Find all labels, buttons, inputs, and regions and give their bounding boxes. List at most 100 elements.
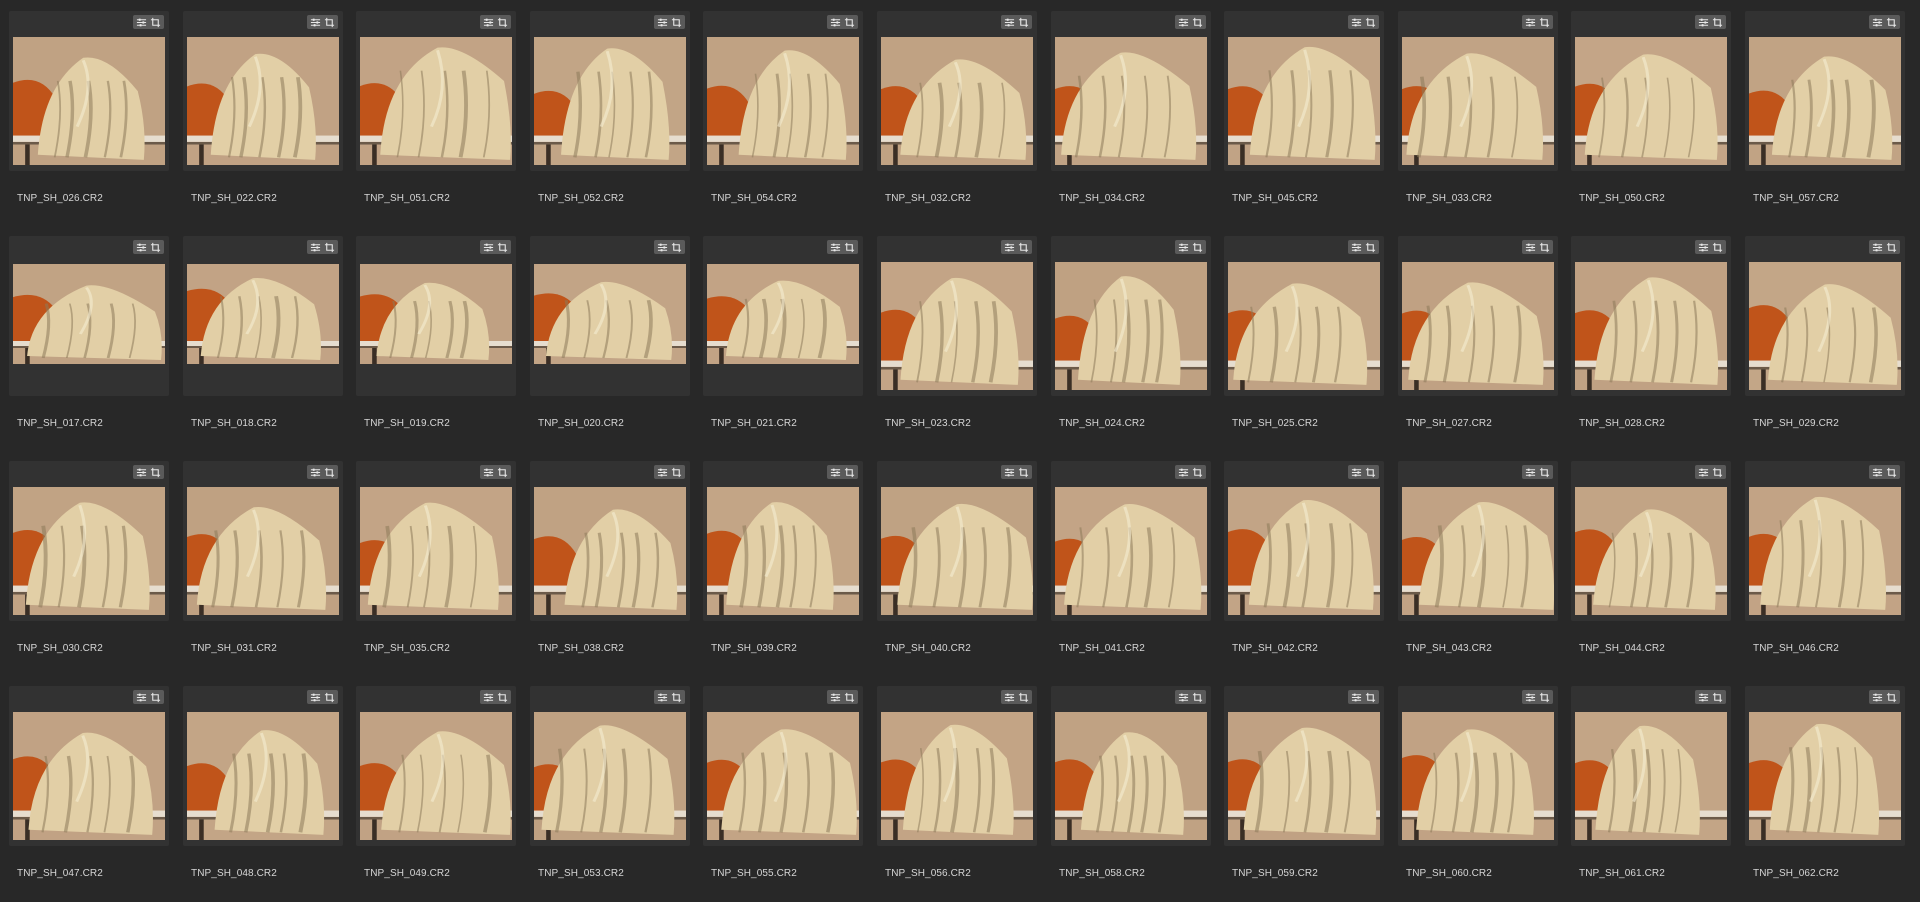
thumbnail-image[interactable] (1055, 487, 1207, 615)
thumbnail-card[interactable] (1051, 686, 1211, 846)
thumbnail-cell[interactable]: TNP_SH_023.CR2 (877, 236, 1037, 429)
thumbnail-cell[interactable]: TNP_SH_059.CR2 (1224, 686, 1384, 879)
thumbnail-card[interactable] (1224, 686, 1384, 846)
thumbnail-image[interactable] (1749, 262, 1901, 390)
thumbnail-cell[interactable]: TNP_SH_054.CR2 (703, 11, 863, 204)
thumbnail-card[interactable] (1398, 11, 1558, 171)
thumbnail-image[interactable] (1228, 487, 1380, 615)
thumbnail-card[interactable] (1224, 461, 1384, 621)
thumbnail-card[interactable] (530, 11, 690, 171)
thumbnail-card[interactable] (183, 686, 343, 846)
thumbnail-image[interactable] (1228, 262, 1380, 390)
thumbnail-image[interactable] (881, 37, 1033, 165)
thumbnail-cell[interactable]: TNP_SH_058.CR2 (1051, 686, 1211, 879)
thumbnail-cell[interactable]: TNP_SH_022.CR2 (183, 11, 343, 204)
thumbnail-cell[interactable]: TNP_SH_053.CR2 (530, 686, 690, 879)
thumbnail-card[interactable] (356, 686, 516, 846)
thumbnail-cell[interactable]: TNP_SH_055.CR2 (703, 686, 863, 879)
thumbnail-image[interactable] (534, 712, 686, 840)
thumbnail-card[interactable] (1745, 236, 1905, 396)
thumbnail-image[interactable] (360, 487, 512, 615)
thumbnail-card[interactable] (703, 461, 863, 621)
thumbnail-cell[interactable]: TNP_SH_019.CR2 (356, 236, 516, 429)
thumbnail-cell[interactable]: TNP_SH_039.CR2 (703, 461, 863, 654)
thumbnail-cell[interactable]: TNP_SH_056.CR2 (877, 686, 1037, 879)
thumbnail-image[interactable] (1575, 712, 1727, 840)
thumbnail-image[interactable] (1228, 712, 1380, 840)
thumbnail-cell[interactable]: TNP_SH_042.CR2 (1224, 461, 1384, 654)
thumbnail-image[interactable] (1575, 37, 1727, 165)
thumbnail-card[interactable] (703, 236, 863, 396)
thumbnail-card[interactable] (1571, 236, 1731, 396)
thumbnail-card[interactable] (530, 461, 690, 621)
thumbnail-image[interactable] (360, 37, 512, 165)
thumbnail-image[interactable] (13, 712, 165, 840)
thumbnail-image[interactable] (707, 712, 859, 840)
thumbnail-card[interactable] (9, 236, 169, 396)
thumbnail-card[interactable] (183, 236, 343, 396)
thumbnail-image[interactable] (1575, 262, 1727, 390)
thumbnail-image[interactable] (187, 712, 339, 840)
thumbnail-card[interactable] (877, 11, 1037, 171)
thumbnail-image[interactable] (1055, 712, 1207, 840)
thumbnail-cell[interactable]: TNP_SH_057.CR2 (1745, 11, 1905, 204)
thumbnail-card[interactable] (1224, 236, 1384, 396)
thumbnail-card[interactable] (877, 236, 1037, 396)
thumbnail-cell[interactable]: TNP_SH_028.CR2 (1571, 236, 1731, 429)
thumbnail-cell[interactable]: TNP_SH_020.CR2 (530, 236, 690, 429)
thumbnail-cell[interactable]: TNP_SH_038.CR2 (530, 461, 690, 654)
thumbnail-card[interactable] (1398, 236, 1558, 396)
thumbnail-card[interactable] (356, 11, 516, 171)
thumbnail-image[interactable] (707, 264, 859, 364)
thumbnail-cell[interactable]: TNP_SH_049.CR2 (356, 686, 516, 879)
thumbnail-image[interactable] (881, 262, 1033, 390)
thumbnail-image[interactable] (1228, 37, 1380, 165)
thumbnail-cell[interactable]: TNP_SH_043.CR2 (1398, 461, 1558, 654)
thumbnail-cell[interactable]: TNP_SH_061.CR2 (1571, 686, 1731, 879)
thumbnail-image[interactable] (1749, 487, 1901, 615)
thumbnail-card[interactable] (1745, 461, 1905, 621)
thumbnail-card[interactable] (356, 461, 516, 621)
thumbnail-card[interactable] (1398, 686, 1558, 846)
thumbnail-image[interactable] (534, 264, 686, 364)
thumbnail-cell[interactable]: TNP_SH_052.CR2 (530, 11, 690, 204)
thumbnail-image[interactable] (1055, 37, 1207, 165)
thumbnail-image[interactable] (13, 264, 165, 364)
thumbnail-image[interactable] (1749, 712, 1901, 840)
thumbnail-card[interactable] (183, 461, 343, 621)
thumbnail-card[interactable] (9, 686, 169, 846)
thumbnail-image[interactable] (1749, 37, 1901, 165)
thumbnail-cell[interactable]: TNP_SH_018.CR2 (183, 236, 343, 429)
thumbnail-card[interactable] (877, 686, 1037, 846)
thumbnail-cell[interactable]: TNP_SH_045.CR2 (1224, 11, 1384, 204)
thumbnail-image[interactable] (707, 487, 859, 615)
thumbnail-cell[interactable]: TNP_SH_046.CR2 (1745, 461, 1905, 654)
thumbnail-cell[interactable]: TNP_SH_025.CR2 (1224, 236, 1384, 429)
thumbnail-card[interactable] (1571, 461, 1731, 621)
thumbnail-cell[interactable]: TNP_SH_032.CR2 (877, 11, 1037, 204)
thumbnail-image[interactable] (707, 37, 859, 165)
thumbnail-image[interactable] (534, 37, 686, 165)
thumbnail-image[interactable] (881, 712, 1033, 840)
thumbnail-cell[interactable]: TNP_SH_029.CR2 (1745, 236, 1905, 429)
thumbnail-image[interactable] (1402, 262, 1554, 390)
thumbnail-card[interactable] (1571, 686, 1731, 846)
thumbnail-image[interactable] (360, 264, 512, 364)
thumbnail-card[interactable] (1571, 11, 1731, 171)
thumbnail-cell[interactable]: TNP_SH_044.CR2 (1571, 461, 1731, 654)
thumbnail-cell[interactable]: TNP_SH_060.CR2 (1398, 686, 1558, 879)
thumbnail-card[interactable] (703, 686, 863, 846)
thumbnail-cell[interactable]: TNP_SH_050.CR2 (1571, 11, 1731, 204)
thumbnail-cell[interactable]: TNP_SH_041.CR2 (1051, 461, 1211, 654)
thumbnail-image[interactable] (881, 487, 1033, 615)
thumbnail-card[interactable] (9, 11, 169, 171)
thumbnail-image[interactable] (1402, 37, 1554, 165)
thumbnail-cell[interactable]: TNP_SH_062.CR2 (1745, 686, 1905, 879)
thumbnail-image[interactable] (187, 37, 339, 165)
thumbnail-card[interactable] (877, 461, 1037, 621)
thumbnail-card[interactable] (1398, 461, 1558, 621)
thumbnail-card[interactable] (1745, 686, 1905, 846)
thumbnail-cell[interactable]: TNP_SH_021.CR2 (703, 236, 863, 429)
thumbnail-image[interactable] (187, 487, 339, 615)
thumbnail-cell[interactable]: TNP_SH_035.CR2 (356, 461, 516, 654)
